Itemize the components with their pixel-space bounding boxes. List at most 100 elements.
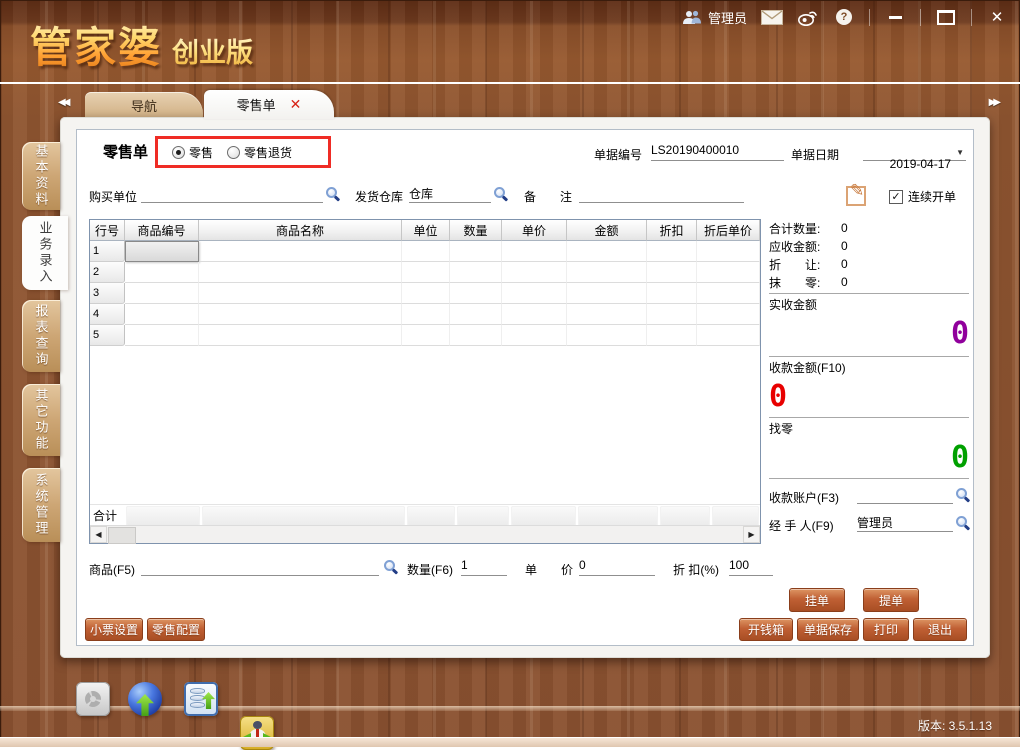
tab-scroll-right-button[interactable]: ▶▶ — [989, 97, 998, 108]
buyer-field[interactable] — [141, 185, 323, 203]
grid-cell[interactable] — [697, 283, 760, 304]
exit-button[interactable]: 退出 — [913, 618, 967, 641]
grid-cell[interactable] — [697, 262, 760, 283]
row-number-cell[interactable]: 3 — [90, 283, 125, 304]
scroll-right-icon[interactable]: ▶ — [743, 526, 760, 543]
unit-price-field[interactable]: 0 — [579, 558, 655, 576]
row-number-cell[interactable]: 1 — [90, 241, 125, 262]
warehouse-search-icon[interactable] — [493, 187, 507, 201]
radio-retail-return[interactable]: 零售退货 — [227, 144, 292, 161]
grid-cell[interactable] — [125, 325, 199, 346]
grid-cell[interactable] — [567, 262, 647, 283]
grid-cell[interactable] — [697, 325, 760, 346]
hang-order-button[interactable]: 挂单 — [789, 588, 845, 612]
grid-cell[interactable] — [502, 262, 567, 283]
warehouse-field[interactable]: 仓库 — [409, 185, 491, 203]
sidebar-item-business-entry[interactable]: 业务录入 — [22, 216, 68, 290]
ticket-settings-button[interactable]: 小票设置 — [85, 618, 143, 641]
grid-cell[interactable] — [697, 241, 760, 262]
table-row[interactable]: 2 — [90, 262, 760, 283]
grid-cell[interactable] — [402, 262, 450, 283]
scrollbar-thumb[interactable] — [108, 527, 136, 544]
minimize-button[interactable] — [884, 7, 906, 27]
grid-cell[interactable] — [450, 241, 502, 262]
product-field[interactable] — [141, 558, 379, 576]
selected-cell[interactable] — [125, 241, 199, 262]
grid-cell[interactable] — [125, 283, 199, 304]
print-button[interactable]: 打印 — [863, 618, 909, 641]
close-button[interactable]: ✕ — [986, 7, 1008, 27]
grid-cell[interactable] — [647, 241, 697, 262]
row-number-cell[interactable]: 2 — [90, 262, 125, 283]
operator-field[interactable]: 管理员 — [857, 514, 953, 532]
operator-search-icon[interactable] — [955, 516, 969, 530]
grid-cell[interactable] — [199, 262, 402, 283]
sidebar-item-other-functions[interactable]: 其它功能 — [22, 384, 60, 456]
tab-close-icon[interactable]: ✕ — [290, 96, 302, 113]
scroll-left-icon[interactable]: ◀ — [90, 526, 107, 543]
row-number-cell[interactable]: 4 — [90, 304, 125, 325]
grid-cell[interactable] — [402, 283, 450, 304]
grid-cell[interactable] — [567, 325, 647, 346]
grid-cell[interactable] — [502, 325, 567, 346]
data-backup-icon[interactable] — [184, 682, 218, 716]
help-button[interactable]: ? — [833, 7, 855, 27]
chevron-down-icon[interactable]: ▼ — [956, 148, 964, 157]
grid-cell[interactable] — [567, 304, 647, 325]
grid-cell[interactable] — [502, 283, 567, 304]
buyer-search-icon[interactable] — [325, 187, 339, 201]
weibo-button[interactable] — [797, 7, 819, 27]
grid-cell[interactable] — [450, 304, 502, 325]
row-number-cell[interactable]: 5 — [90, 325, 125, 346]
grid-cell[interactable] — [125, 304, 199, 325]
open-cash-drawer-button[interactable]: 开钱箱 — [739, 618, 793, 641]
pick-order-button[interactable]: 提单 — [863, 588, 919, 612]
grid-cell[interactable] — [697, 304, 760, 325]
table-row[interactable]: 1 — [90, 241, 760, 262]
continuous-billing-option[interactable]: ✓ 连续开单 — [889, 188, 956, 205]
online-upgrade-globe-icon[interactable] — [128, 682, 162, 716]
grid-cell[interactable] — [450, 325, 502, 346]
discount-field[interactable]: 100 — [729, 558, 773, 576]
grid-cell[interactable] — [450, 283, 502, 304]
radio-retail[interactable]: 零售 — [172, 144, 213, 161]
tab-retail-order[interactable]: 零售单 ✕ — [204, 90, 334, 119]
grid-cell[interactable] — [567, 283, 647, 304]
quantity-field[interactable]: 1 — [461, 558, 507, 576]
receive-amount-field[interactable]: 0 — [769, 377, 969, 417]
grid-cell[interactable] — [199, 241, 402, 262]
grid-cell[interactable] — [502, 241, 567, 262]
doc-date-field[interactable]: 2019-04-17 ▼ — [863, 143, 966, 161]
sidebar-item-report-query[interactable]: 报表查询 — [22, 300, 60, 372]
settings-gear-icon[interactable] — [76, 682, 110, 716]
mail-button[interactable] — [761, 7, 783, 27]
tab-scroll-left-button[interactable]: ◀◀ — [58, 97, 67, 108]
sidebar-item-basic-data[interactable]: 基本资料 — [22, 142, 60, 210]
grid-cell[interactable] — [502, 304, 567, 325]
table-row[interactable]: 3 — [90, 283, 760, 304]
payment-account-search-icon[interactable] — [955, 488, 969, 502]
checkbox-icon[interactable]: ✓ — [889, 190, 903, 204]
save-document-button[interactable]: 单据保存 — [797, 618, 859, 641]
maximize-button[interactable] — [935, 7, 957, 27]
grid-cell[interactable] — [125, 262, 199, 283]
doc-no-field[interactable]: LS20190400010 — [651, 143, 784, 161]
grid-cell[interactable] — [199, 283, 402, 304]
grid-cell[interactable] — [199, 325, 402, 346]
grid-cell[interactable] — [647, 325, 697, 346]
remark-field[interactable] — [579, 185, 744, 203]
grid-cell[interactable] — [450, 262, 502, 283]
payment-account-field[interactable] — [857, 486, 953, 504]
retail-config-button[interactable]: 零售配置 — [147, 618, 205, 641]
grid-cell[interactable] — [567, 241, 647, 262]
product-search-icon[interactable] — [383, 560, 397, 574]
grid-cell[interactable] — [647, 283, 697, 304]
current-user[interactable]: 管理员 — [682, 8, 747, 27]
grid-cell[interactable] — [199, 304, 402, 325]
grid-cell[interactable] — [647, 304, 697, 325]
grid-cell[interactable] — [647, 262, 697, 283]
sidebar-item-system-management[interactable]: 系统管理 — [22, 468, 60, 542]
edit-icon[interactable] — [846, 186, 866, 206]
table-row[interactable]: 4 — [90, 304, 760, 325]
tab-navigation[interactable]: 导航 — [85, 92, 203, 119]
